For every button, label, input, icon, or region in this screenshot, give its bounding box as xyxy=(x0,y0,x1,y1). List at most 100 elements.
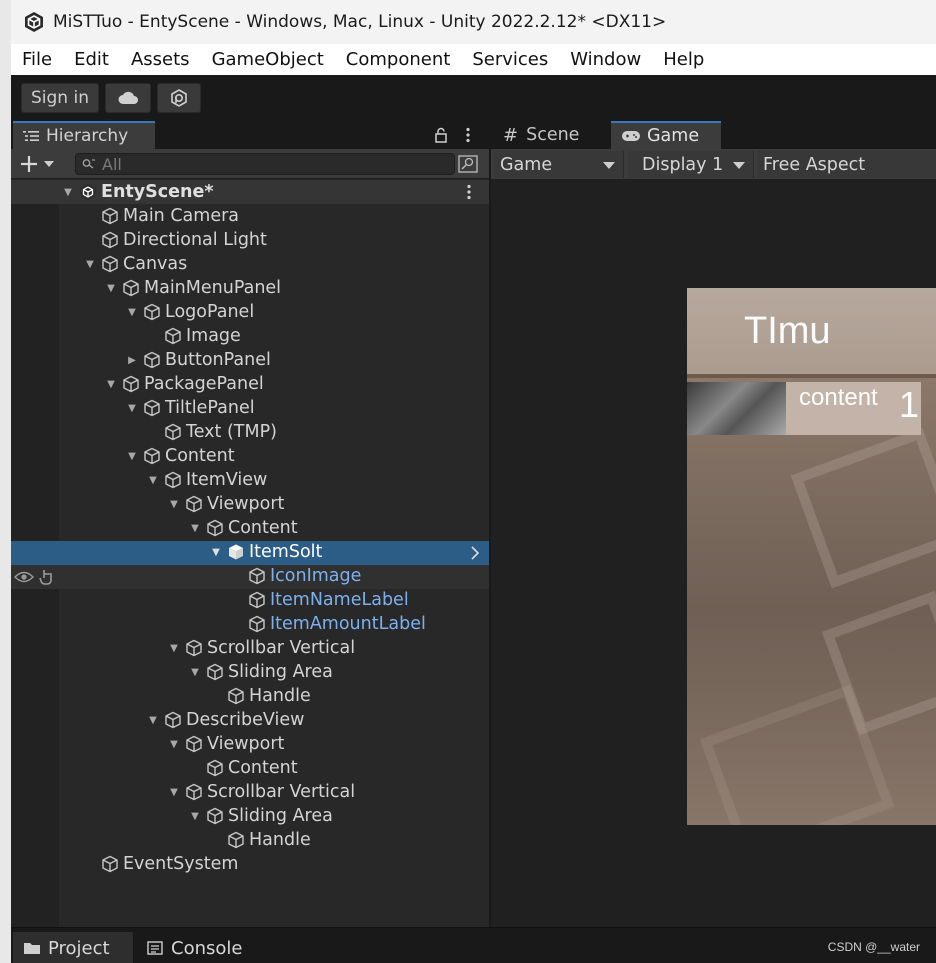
hierarchy-item-scrollbar-vertical[interactable]: ▼ Scrollbar Vertical xyxy=(168,636,355,660)
hierarchy-search-input[interactable]: All xyxy=(75,153,455,175)
unity-scene-icon xyxy=(79,183,97,201)
scene-item[interactable]: ▼ EntyScene* xyxy=(62,180,214,204)
sign-in-button[interactable]: Sign in xyxy=(21,83,99,113)
gameobject-cube-icon xyxy=(227,687,245,705)
expand-arrow-icon[interactable]: ▼ xyxy=(189,667,201,678)
hierarchy-item-main-camera[interactable]: ▼Main Camera xyxy=(84,204,239,228)
hierarchy-item-viewport[interactable]: ▼ Viewport xyxy=(168,492,284,516)
item-slot: content 1 xyxy=(687,382,921,435)
tab-game[interactable]: Game xyxy=(611,121,721,149)
picking-hand-icon[interactable] xyxy=(38,568,56,586)
gameobject-cube-icon xyxy=(248,591,266,609)
hierarchy-item-buttonpanel[interactable]: ▶ ButtonPanel xyxy=(126,348,271,372)
hierarchy-item-viewport-content[interactable]: ▼ Content xyxy=(189,516,297,540)
hierarchy-item-directional-light[interactable]: ▼Directional Light xyxy=(84,228,267,252)
tab-project[interactable]: Project xyxy=(13,932,133,963)
gameobject-cube-icon xyxy=(143,351,161,369)
menu-services[interactable]: Services xyxy=(461,44,559,75)
csdn-watermark: CSDN @__water xyxy=(827,940,920,954)
hierarchy-item-eventsystem[interactable]: ▼EventSystem xyxy=(84,852,238,876)
gameobject-cube-icon xyxy=(164,327,182,345)
hierarchy-item-describeview[interactable]: ▼ DescribeView xyxy=(147,708,304,732)
create-dropdown-button[interactable] xyxy=(19,153,59,175)
hierarchy-item-image[interactable]: ▼Image xyxy=(147,324,241,348)
hierarchy-item-describe-sliding-area[interactable]: ▼ Sliding Area xyxy=(189,804,333,828)
more-options-icon[interactable] xyxy=(465,127,471,143)
open-prefab-chevron-icon[interactable] xyxy=(470,546,480,560)
hierarchy-item-packagepanel[interactable]: ▼ PackagePanel xyxy=(105,372,264,396)
menu-file[interactable]: File xyxy=(11,44,63,75)
menu-bar: File Edit Assets GameObject Component Se… xyxy=(11,44,936,75)
menu-gameobject[interactable]: GameObject xyxy=(201,44,335,75)
hierarchy-item-text-tmp[interactable]: ▼Text (TMP) xyxy=(147,420,277,444)
dropdown-arrow-icon xyxy=(733,162,745,169)
hierarchy-item-sliding-area[interactable]: ▼ Sliding Area xyxy=(189,660,333,684)
gamepad-icon xyxy=(622,131,640,141)
tab-scene[interactable]: # Scene xyxy=(493,121,607,149)
gameobject-cube-icon xyxy=(143,399,161,417)
expand-arrow-icon[interactable]: ▼ xyxy=(168,739,180,750)
window-title: MiSTTuo - EntyScene - Windows, Mac, Linu… xyxy=(53,12,667,32)
menu-assets[interactable]: Assets xyxy=(120,44,201,75)
hierarchy-item-logopanel[interactable]: ▼ LogoPanel xyxy=(126,300,254,324)
game-panel: # Scene Game Game Display 1 Free Aspect xyxy=(491,121,936,927)
search-by-type-icon[interactable] xyxy=(458,155,478,173)
hierarchy-item-describe-handle[interactable]: ▼Handle xyxy=(210,828,311,852)
hierarchy-item-canvas[interactable]: ▼ Canvas xyxy=(84,252,187,276)
hierarchy-item-describe-scrollbar[interactable]: ▼ Scrollbar Vertical xyxy=(168,780,355,804)
expand-arrow-icon[interactable]: ▼ xyxy=(168,643,180,654)
hierarchy-list-icon xyxy=(23,131,39,141)
aspect-dropdown[interactable]: Free Aspect xyxy=(757,151,936,178)
expand-arrow-icon[interactable]: ▼ xyxy=(210,547,222,558)
expand-arrow-icon[interactable]: ▼ xyxy=(126,307,138,318)
gameobject-cube-icon xyxy=(143,303,161,321)
expand-arrow-icon[interactable]: ▼ xyxy=(105,283,117,294)
expand-arrow-icon[interactable]: ▼ xyxy=(189,811,201,822)
unity-logo-icon xyxy=(23,11,45,33)
cloud-button[interactable] xyxy=(105,83,151,113)
hierarchy-item-content[interactable]: ▼ Content xyxy=(126,444,234,468)
expand-arrow-icon[interactable]: ▼ xyxy=(105,379,117,390)
hierarchy-item-describe-content[interactable]: ▼Content xyxy=(189,756,298,780)
hierarchy-item-handle[interactable]: ▼Handle xyxy=(210,684,311,708)
chevron-down-icon xyxy=(44,161,54,167)
expand-arrow-icon[interactable]: ▼ xyxy=(189,523,201,534)
expand-arrow-icon[interactable]: ▼ xyxy=(126,403,138,414)
expand-arrow-icon[interactable]: ▼ xyxy=(147,475,159,486)
game-view-dropdown[interactable]: Game xyxy=(494,151,624,178)
menu-component[interactable]: Component xyxy=(335,44,462,75)
expand-arrow-icon[interactable]: ▼ xyxy=(84,259,96,270)
gameobject-cube-icon xyxy=(122,375,140,393)
menu-window[interactable]: Window xyxy=(559,44,652,75)
hierarchy-tab-label: Hierarchy xyxy=(46,126,129,146)
hierarchy-item-mainmenupanel[interactable]: ▼ MainMenuPanel xyxy=(105,276,281,300)
expand-arrow-icon[interactable]: ▼ xyxy=(147,715,159,726)
menu-help[interactable]: Help xyxy=(652,44,715,75)
expand-arrow-icon[interactable]: ▼ xyxy=(168,787,180,798)
hierarchy-item-itemnamelabel[interactable]: ▼ItemNameLabel xyxy=(231,588,409,612)
tab-hierarchy[interactable]: Hierarchy xyxy=(13,121,155,149)
tab-console[interactable]: Console xyxy=(137,932,257,963)
expand-arrow-icon[interactable]: ▼ xyxy=(168,499,180,510)
gameobject-cube-icon xyxy=(206,519,224,537)
hierarchy-item-tiltlepanel[interactable]: ▼ TiltlePanel xyxy=(126,396,254,420)
hierarchy-item-itemamountlabel[interactable]: ▼ItemAmountLabel xyxy=(231,612,426,636)
hierarchy-item-itemsolt[interactable]: ▼ ItemSolt xyxy=(210,540,322,564)
hierarchy-item-describe-viewport[interactable]: ▼ Viewport xyxy=(168,732,284,756)
scene-more-icon[interactable] xyxy=(466,184,472,200)
hierarchy-item-itemview[interactable]: ▼ ItemView xyxy=(147,468,267,492)
expand-arrow-icon[interactable]: ▼ xyxy=(126,451,138,462)
collapse-arrow-icon[interactable]: ▶ xyxy=(126,355,138,366)
hierarchy-item-iconimage[interactable]: ▼IconImage xyxy=(231,564,361,588)
menu-edit[interactable]: Edit xyxy=(63,44,120,75)
visibility-eye-icon[interactable] xyxy=(14,570,34,584)
expand-arrow-icon[interactable]: ▼ xyxy=(62,187,74,198)
game-view-viewport[interactable]: TImu content 1 xyxy=(491,180,936,927)
search-placeholder: All xyxy=(102,154,122,174)
folder-icon xyxy=(24,943,40,954)
lock-icon[interactable] xyxy=(435,127,447,143)
scene-name: EntyScene* xyxy=(101,182,214,202)
display-dropdown[interactable]: Display 1 xyxy=(628,151,754,178)
hierarchy-tree: ▼ EntyScene* ▼Main Camera ▼Directional L… xyxy=(11,180,489,927)
collab-button[interactable] xyxy=(157,83,201,113)
